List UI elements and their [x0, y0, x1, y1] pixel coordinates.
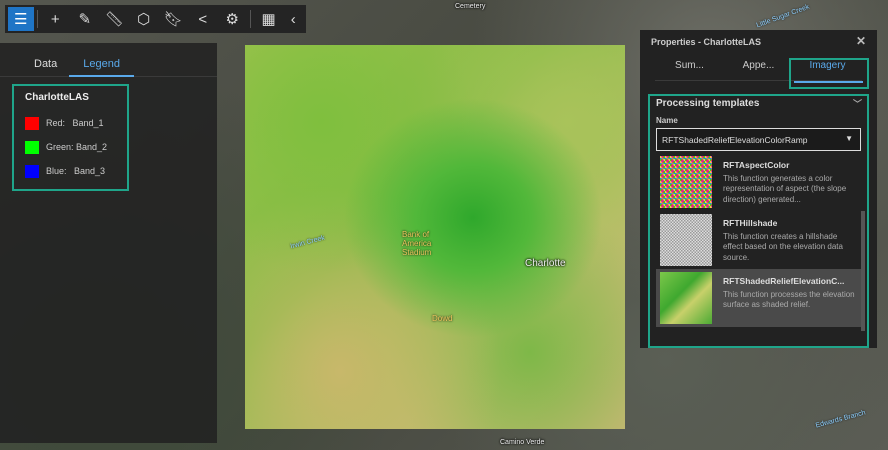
- add-button[interactable]: +: [41, 7, 70, 31]
- shaded-relief-thumbnail: [660, 272, 712, 324]
- 3d-search-button[interactable]: ⬡: [129, 7, 158, 31]
- template-name: RFTShadedReliefElevationC...: [723, 276, 845, 286]
- red-swatch: [25, 116, 39, 130]
- template-item-shaded-relief[interactable]: RFTShadedReliefElevationC... This functio…: [656, 269, 861, 327]
- template-name: RFTHillshade: [723, 218, 778, 228]
- ruler-icon: 📏︎: [104, 11, 124, 28]
- cube-search-icon: ⬡: [137, 11, 151, 28]
- green-swatch: [25, 140, 39, 154]
- list-icon: ☰: [14, 11, 28, 28]
- properties-panel: Properties - CharlotteLAS ✕ Sum... Appe.…: [640, 30, 877, 348]
- section-title: Processing templates: [656, 98, 760, 109]
- template-desc: This function creates a hillshade effect…: [723, 231, 843, 262]
- settings-button[interactable]: ⚙: [217, 7, 246, 31]
- toolbar: ☰ + ✎ 📏︎ ⬡ 🔖︎ < ⚙ ▦ ‹: [5, 5, 306, 33]
- gear-icon: ⚙: [225, 11, 239, 28]
- map-label-creek: Little Sugar Creek: [755, 3, 811, 30]
- tab-data[interactable]: Data: [22, 43, 69, 77]
- legend-item: Red: Band_1: [25, 111, 127, 135]
- left-panel: Data Legend CharlotteLAS Red: Band_1 Gre…: [0, 43, 217, 443]
- close-icon[interactable]: ✕: [856, 34, 866, 48]
- properties-title: Properties - CharlotteLAS: [651, 37, 762, 47]
- legend-label: Red: Band_1: [46, 118, 104, 128]
- processing-templates-section: Processing templates ﹀ Name RFTShadedReli…: [648, 94, 869, 348]
- grid-icon: ▦: [261, 11, 276, 28]
- legend-label: Blue: Band_3: [46, 166, 106, 176]
- properties-header: Properties - CharlotteLAS ✕: [640, 30, 877, 54]
- legend: CharlotteLAS Red: Band_1 Green: Band_2 B…: [12, 84, 129, 191]
- map-label-cemetery: Cemetery: [455, 3, 486, 10]
- divider: [36, 10, 38, 28]
- tab-summary[interactable]: Sum...: [655, 54, 724, 80]
- share-icon: <: [198, 10, 208, 28]
- collapse-button[interactable]: ‹: [283, 7, 303, 31]
- left-panel-tabs: Data Legend: [0, 43, 217, 77]
- hillshade-thumbnail: [660, 214, 712, 266]
- template-item-hillshade[interactable]: RFTHillshade This function creates a hill…: [656, 211, 861, 269]
- name-label: Name: [656, 116, 678, 125]
- tab-appearance[interactable]: Appe...: [724, 54, 793, 80]
- template-item-aspect[interactable]: RFTAspectColor This function generates a …: [656, 153, 861, 211]
- map-label-stadium: Bank of America Stadium: [402, 230, 432, 257]
- sketch-button[interactable]: ✎: [70, 7, 99, 31]
- tab-legend[interactable]: Legend: [69, 43, 134, 77]
- chevron-down-icon[interactable]: ﹀: [853, 97, 862, 110]
- bookmark-icon: 🔖︎: [163, 11, 183, 28]
- caret-down-icon: ▼: [845, 134, 853, 143]
- template-desc: This function processes the elevation su…: [723, 289, 855, 310]
- blue-swatch: [25, 164, 39, 178]
- imagery-tab-highlight: [789, 58, 869, 89]
- share-button[interactable]: <: [188, 7, 217, 31]
- legend-label: Green: Band_2: [46, 142, 108, 152]
- bookmark-button[interactable]: 🔖︎: [158, 7, 187, 31]
- map-label-edwards-branch: Edwards Branch: [814, 409, 867, 430]
- map-label-dowd: Dowd: [432, 314, 453, 323]
- template-list: RFTAspectColor This function generates a …: [656, 153, 865, 331]
- section-header[interactable]: Processing templates ﹀: [650, 96, 867, 111]
- legend-item: Blue: Band_3: [25, 159, 127, 183]
- template-desc: This function generates a color represen…: [723, 173, 847, 204]
- chevron-left-icon: ‹: [290, 10, 296, 28]
- map-label-camino: Camino Verde: [500, 439, 545, 446]
- legend-item: Green: Band_2: [25, 135, 127, 159]
- basemap-button[interactable]: ▦: [254, 7, 283, 31]
- legend-title: CharlotteLAS: [25, 92, 89, 103]
- map-label-charlotte: Charlotte: [525, 258, 566, 269]
- pencil-icon: ✎: [78, 11, 92, 28]
- selected-value: RFTShadedReliefElevationColorRamp: [662, 135, 808, 145]
- active-tab-indicator: [794, 81, 863, 83]
- measure-button[interactable]: 📏︎: [100, 7, 129, 31]
- list-scrollbar[interactable]: [861, 211, 865, 331]
- template-name: RFTAspectColor: [723, 160, 790, 170]
- plus-icon: +: [50, 10, 60, 28]
- layers-list-button[interactable]: ☰: [8, 7, 34, 31]
- template-select[interactable]: RFTShadedReliefElevationColorRamp ▼: [656, 128, 861, 151]
- aspect-thumbnail: [660, 156, 712, 208]
- divider: [249, 10, 251, 28]
